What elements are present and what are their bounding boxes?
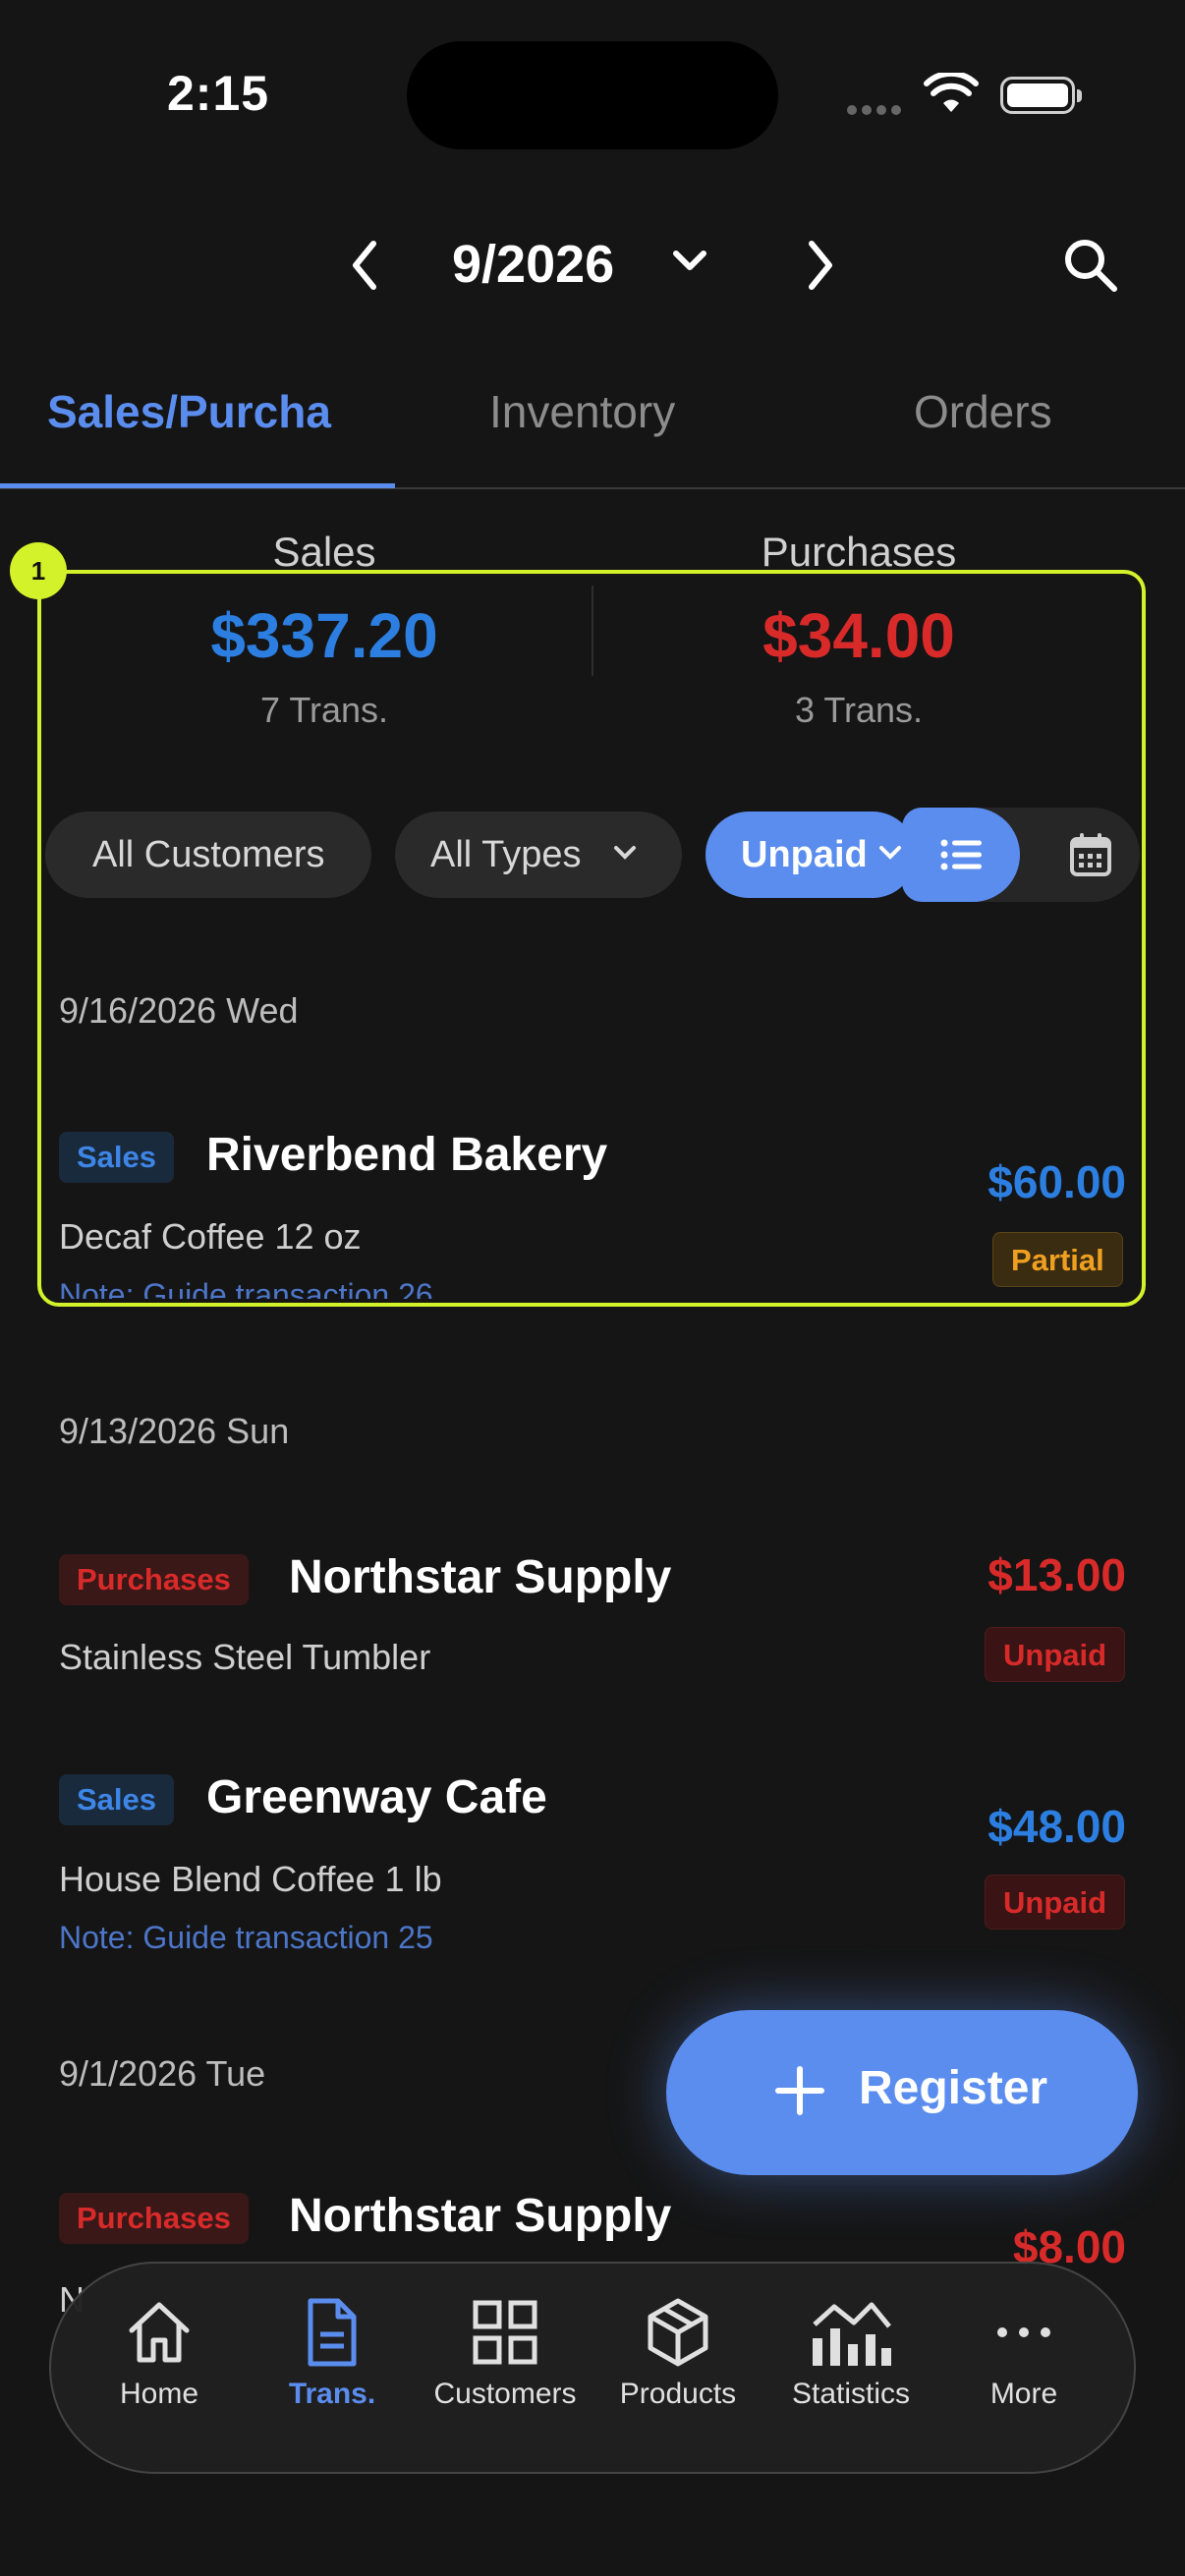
dynamic-island bbox=[407, 41, 778, 149]
cellular-signal-icon bbox=[847, 102, 906, 120]
nav-statistics-label: Statistics bbox=[791, 2378, 911, 2410]
document-icon bbox=[308, 2298, 357, 2367]
nav-trans[interactable]: Trans. bbox=[246, 2295, 419, 2411]
nav-trans-label: Trans. bbox=[288, 2378, 376, 2410]
nav-products[interactable]: Products bbox=[592, 2295, 764, 2411]
grid-icon bbox=[473, 2300, 537, 2365]
nav-more-label: More bbox=[989, 2378, 1058, 2410]
sales-summary-label: Sales bbox=[272, 529, 376, 575]
box-icon bbox=[648, 2298, 708, 2367]
transaction-note: Note: Guide transaction 25 bbox=[59, 1920, 433, 1955]
register-label: Register bbox=[859, 2062, 1048, 2114]
nav-customers[interactable]: Customers bbox=[419, 2295, 592, 2411]
previous-month-button[interactable] bbox=[346, 236, 381, 300]
status-badge: Unpaid bbox=[985, 1627, 1126, 1682]
register-button[interactable]: Register bbox=[666, 2010, 1138, 2175]
month-selector[interactable]: 9/2026 bbox=[452, 234, 614, 295]
type-tag: Purchases bbox=[59, 1554, 249, 1605]
counterparty-name: Northstar Supply bbox=[289, 2190, 672, 2242]
tab-orders[interactable]: Orders bbox=[914, 385, 1052, 438]
home-icon bbox=[129, 2302, 190, 2363]
nav-statistics[interactable]: Statistics bbox=[764, 2295, 937, 2411]
tab-inventory[interactable]: Inventory bbox=[489, 385, 675, 438]
active-tab-indicator bbox=[0, 483, 395, 488]
chevron-down-icon[interactable] bbox=[670, 248, 709, 282]
item-name: House Blend Coffee 1 lb bbox=[59, 1859, 442, 1899]
purchases-summary-label: Purchases bbox=[761, 529, 957, 575]
nav-products-label: Products bbox=[619, 2378, 737, 2410]
date-header: 9/13/2026 Sun bbox=[59, 1411, 290, 1451]
status-time: 2:15 bbox=[167, 66, 270, 121]
wifi-icon bbox=[924, 70, 979, 119]
nav-customers-label: Customers bbox=[433, 2378, 577, 2410]
nav-more[interactable]: More bbox=[937, 2295, 1110, 2411]
highlight-region bbox=[37, 570, 1146, 1307]
transaction-amount: $48.00 bbox=[988, 1801, 1126, 1852]
counterparty-name: Greenway Cafe bbox=[206, 1771, 547, 1823]
counterparty-name: Northstar Supply bbox=[289, 1551, 672, 1603]
nav-home-label: Home bbox=[119, 2378, 199, 2410]
type-tag: Sales bbox=[59, 1774, 175, 1825]
transaction-amount: $13.00 bbox=[988, 1549, 1126, 1600]
tab-sales-purchases[interactable]: Sales/Purcha bbox=[47, 385, 342, 438]
nav-home[interactable]: Home bbox=[73, 2295, 246, 2411]
item-name: Stainless Steel Tumbler bbox=[59, 1637, 431, 1677]
date-header: 9/1/2026 Tue bbox=[59, 2053, 266, 2094]
highlight-badge: 1 bbox=[10, 542, 67, 599]
plus-icon bbox=[775, 2066, 824, 2115]
type-tag: Purchases bbox=[59, 2193, 249, 2244]
status-badge: Unpaid bbox=[985, 1875, 1126, 1930]
chart-icon bbox=[813, 2302, 891, 2366]
battery-icon bbox=[1000, 77, 1082, 114]
next-month-button[interactable] bbox=[804, 236, 839, 300]
more-icon bbox=[997, 2327, 1050, 2337]
search-icon[interactable] bbox=[1061, 236, 1120, 300]
